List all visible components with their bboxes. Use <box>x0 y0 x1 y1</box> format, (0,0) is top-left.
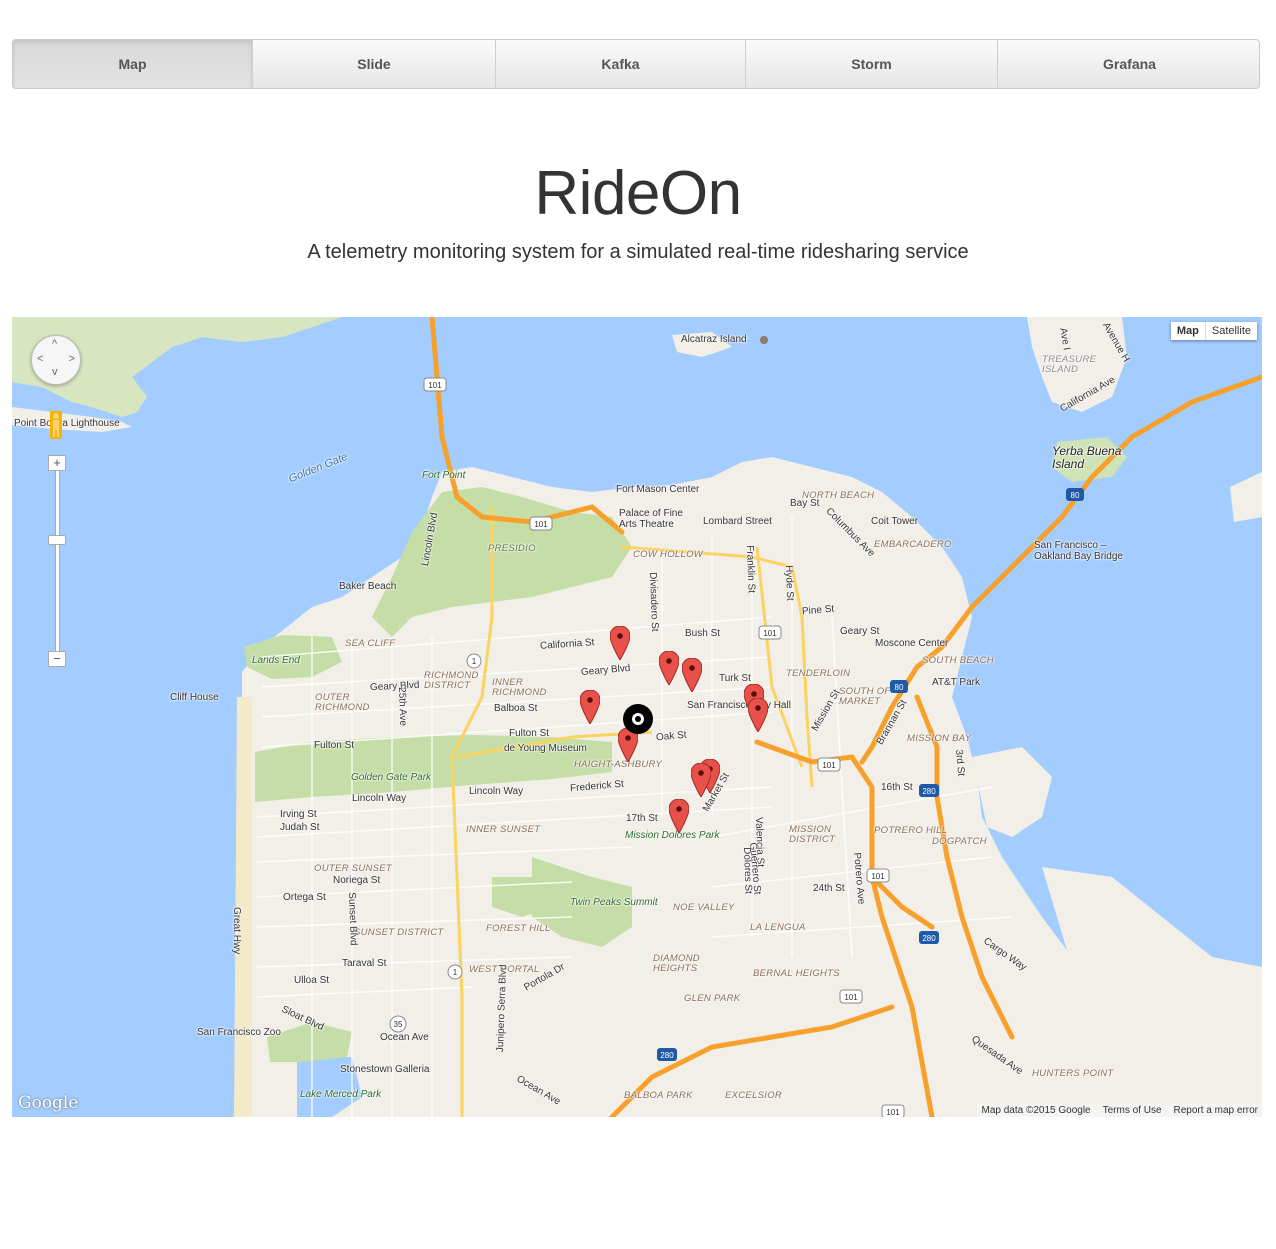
shield-280-b: 280 <box>922 934 936 943</box>
zoom-slider-handle[interactable] <box>48 535 66 545</box>
driver-marker[interactable] <box>610 626 630 660</box>
shield-101-b: 101 <box>534 520 548 529</box>
shield-101-a: 101 <box>428 381 442 390</box>
pan-control[interactable]: ^ < > v <box>31 335 81 385</box>
tab-storm[interactable]: Storm <box>746 40 998 88</box>
report-map-error-link[interactable]: Report a map error <box>1174 1105 1258 1116</box>
map-type-map-button[interactable]: Map <box>1170 322 1205 340</box>
shield-280-a: 280 <box>922 787 936 796</box>
page-subtitle: A telemetry monitoring system for a simu… <box>307 241 969 263</box>
pan-down-icon[interactable]: v <box>52 366 58 378</box>
rider-location-marker[interactable] <box>623 704 653 734</box>
driver-marker[interactable] <box>748 698 768 732</box>
map-type-satellite-button[interactable]: Satellite <box>1204 322 1257 340</box>
google-logo: Google <box>18 1093 79 1113</box>
driver-marker[interactable] <box>669 799 689 833</box>
tab-map[interactable]: Map <box>13 40 253 88</box>
shield-101-d: 101 <box>822 761 836 770</box>
tab-kafka[interactable]: Kafka <box>496 40 746 88</box>
shield-101-f: 101 <box>844 993 858 1002</box>
tab-slide[interactable]: Slide <box>253 40 496 88</box>
pan-left-icon[interactable]: < <box>37 353 43 365</box>
shield-1-a: 1 <box>472 657 477 666</box>
shield-101-e: 101 <box>871 872 885 881</box>
map-type-control: Map Satellite <box>1170 322 1257 340</box>
map-attribution: Map data ©2015 Google Terms of Use Repor… <box>977 1104 1262 1117</box>
driver-marker[interactable] <box>691 763 711 797</box>
nav-tabs: Map Slide Kafka Storm Grafana <box>12 39 1260 89</box>
pegman-icon[interactable] <box>50 411 62 439</box>
driver-marker[interactable] <box>682 658 702 692</box>
shield-1-b: 1 <box>453 968 458 977</box>
shield-80-b: 80 <box>895 683 904 692</box>
zoom-in-button[interactable]: + <box>48 455 66 471</box>
driver-marker[interactable] <box>580 690 600 724</box>
shield-280-c: 280 <box>660 1051 674 1060</box>
page-title: RideOn <box>534 159 742 228</box>
map-data-credit: Map data ©2015 Google <box>981 1105 1091 1116</box>
terms-of-use-link[interactable]: Terms of Use <box>1103 1105 1162 1116</box>
shield-35: 35 <box>394 1020 403 1029</box>
pan-right-icon[interactable]: > <box>69 353 75 365</box>
driver-marker[interactable] <box>659 651 679 685</box>
shield-101-c: 101 <box>763 629 777 638</box>
map-canvas[interactable]: Alcatraz Island TREASURE ISLAND Yerba Bu… <box>12 317 1262 1117</box>
tab-grafana[interactable]: Grafana <box>998 40 1259 88</box>
pan-up-icon[interactable]: ^ <box>52 338 57 350</box>
shield-80-a: 80 <box>1071 491 1080 500</box>
shield-101-g: 101 <box>886 1108 900 1117</box>
zoom-slider-track[interactable] <box>55 470 60 654</box>
zoom-out-button[interactable]: − <box>48 651 66 667</box>
